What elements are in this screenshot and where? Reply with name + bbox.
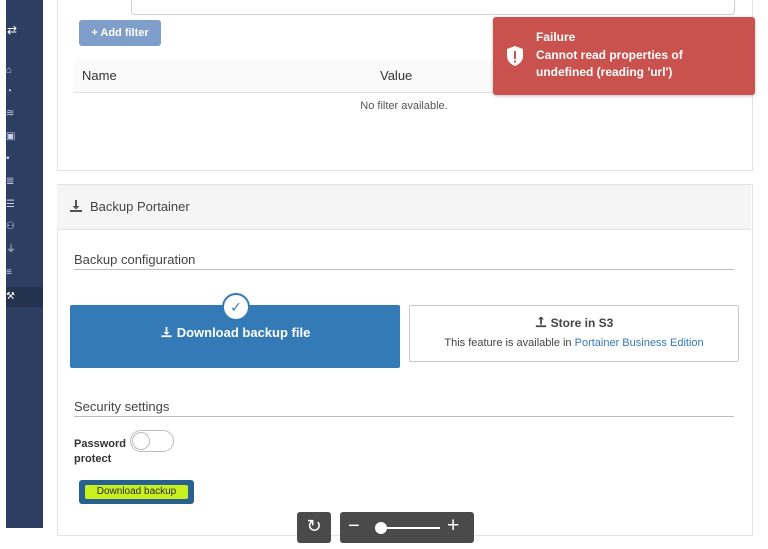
rotate-icon: ↻ [306, 516, 322, 536]
backup-section-title: Backup Portainer [90, 199, 190, 214]
empty-filter-message: No filter available. [360, 100, 448, 112]
desktop-icon[interactable]: ▣ [6, 130, 20, 144]
download-backup-button[interactable]: Download backup [79, 480, 194, 504]
plug-icon[interactable]: ⏚ [6, 243, 20, 257]
zoom-control: − + [340, 512, 474, 543]
s3-desc-text: This feature is available in [444, 337, 575, 349]
zoom-in-icon[interactable]: + [447, 514, 459, 538]
database-icon[interactable]: ≡ [6, 266, 20, 280]
download-backup-label: Download backup [85, 485, 188, 499]
divider [74, 416, 734, 417]
toggle-knob [132, 432, 150, 450]
password-protect-toggle[interactable] [130, 430, 174, 452]
backup-config-title: Backup configuration [74, 252, 196, 267]
password-protect-label: Password protect [74, 438, 126, 465]
divider [74, 269, 734, 270]
zoom-slider-knob[interactable] [375, 522, 387, 534]
shield-exclamation-icon [505, 45, 525, 67]
stack-icon[interactable]: ≣ [6, 175, 20, 189]
column-header-name: Name [82, 68, 117, 83]
toast-message: Cannot read properties of undefined (rea… [536, 48, 683, 79]
swap-icon[interactable]: ⇄ [6, 20, 24, 40]
check-icon: ✓ [222, 293, 250, 321]
error-toast[interactable]: Failure Cannot read properties of undefi… [493, 17, 755, 95]
sidebar: ⇄ ⌂ ◔ ≋ ▣ ▪ ≣ ☰ ⚇ ⏚ ≡ ⚒ [6, 0, 43, 528]
store-in-s3-option[interactable]: Store in S3 This feature is available in… [409, 305, 739, 362]
list-icon[interactable]: ☰ [6, 198, 20, 212]
security-settings-title: Security settings [74, 399, 170, 414]
settings-icon[interactable]: ⚒ [6, 290, 20, 304]
download-option-label: Download backup file [70, 325, 400, 340]
home-icon[interactable]: ⌂ [6, 64, 20, 78]
reset-view-button[interactable]: ↻ [297, 512, 331, 543]
box-icon[interactable]: ▪ [6, 152, 20, 166]
toast-title: Failure [536, 30, 576, 44]
column-header-value: Value [380, 68, 413, 83]
business-edition-link[interactable]: Portainer Business Edition [575, 337, 704, 349]
zoom-out-icon[interactable]: − [348, 515, 360, 538]
layers-icon[interactable]: ≋ [6, 107, 20, 121]
users-icon[interactable]: ⚇ [6, 220, 20, 234]
s3-option-title: Store in S3 [410, 316, 738, 330]
add-filter-button[interactable]: + Add filter [79, 20, 161, 46]
s3-option-label: Store in S3 [550, 316, 614, 330]
filter-input[interactable] [131, 0, 735, 15]
upload-icon [535, 316, 546, 328]
dashboard-icon[interactable]: ◔ [6, 85, 20, 99]
download-option-text: Download backup file [176, 325, 311, 340]
s3-option-description: This feature is available in Portainer B… [410, 337, 738, 349]
download-icon [69, 199, 83, 213]
download-icon [161, 326, 172, 338]
